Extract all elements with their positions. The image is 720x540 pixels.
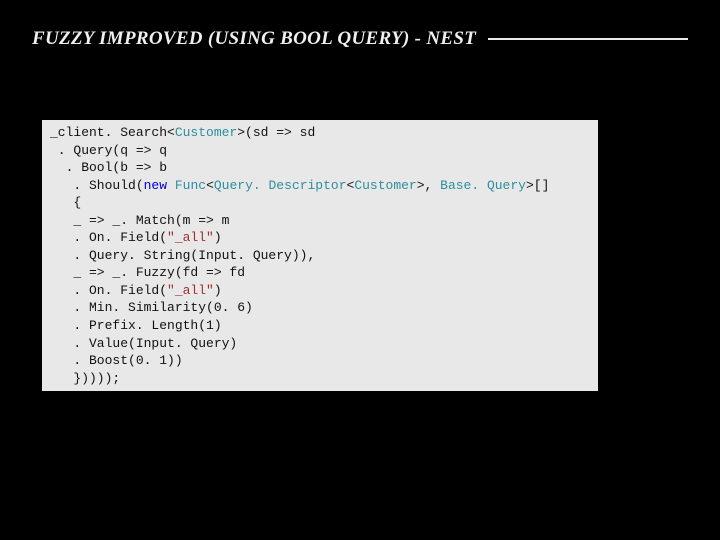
code-line-12: . Prefix. Length(1) [50, 318, 222, 333]
code-line-15: })))); [50, 371, 120, 386]
code-line-9: _ => _. Fuzzy(fd => fd [50, 265, 245, 280]
code-line-5: { [50, 195, 81, 210]
slide-title: FUZZY IMPROVED (USING BOOL QUERY) - NEST [32, 28, 488, 50]
code-block: _client. Search<Customer>(sd => sd . Que… [42, 120, 598, 391]
code-line-6: _ => _. Match(m => m [50, 213, 229, 228]
slide: FUZZY IMPROVED (USING BOOL QUERY) - NEST… [0, 0, 720, 540]
code-line-14: . Boost(0. 1)) [50, 353, 183, 368]
code-line-4: . Should(new Func<Query. Descriptor<Cust… [50, 178, 549, 193]
code-line-2: . Query(q => q [50, 143, 167, 158]
title-rule [488, 38, 688, 40]
code-line-13: . Value(Input. Query) [50, 336, 237, 351]
code-line-8: . Query. String(Input. Query)), [50, 248, 315, 263]
code-line-1: _client. Search<Customer>(sd => sd [50, 125, 315, 140]
title-row: FUZZY IMPROVED (USING BOOL QUERY) - NEST [32, 28, 688, 50]
code-line-10: . On. Field("_all") [50, 283, 222, 298]
code-line-11: . Min. Similarity(0. 6) [50, 300, 253, 315]
code-line-7: . On. Field("_all") [50, 230, 222, 245]
code-line-3: . Bool(b => b [50, 160, 167, 175]
